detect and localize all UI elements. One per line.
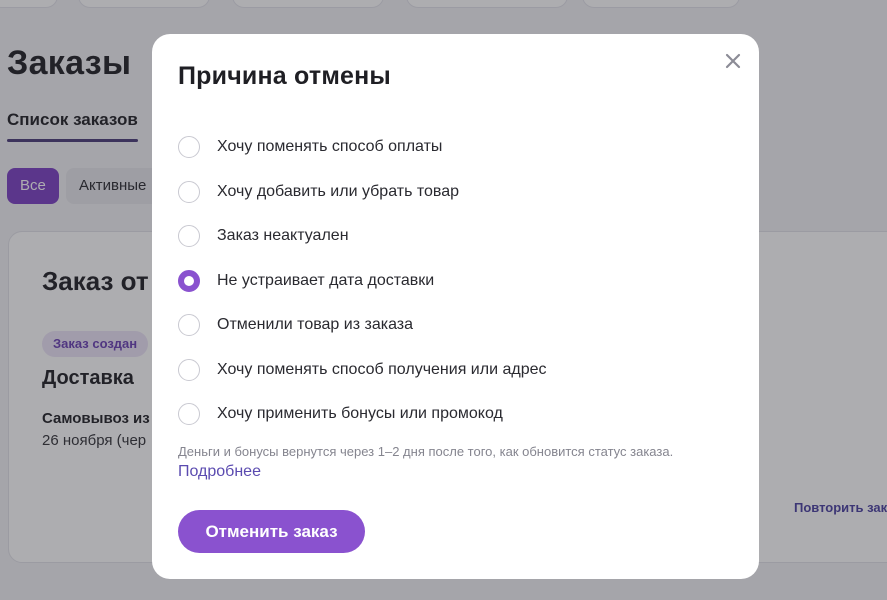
close-button[interactable] [720,48,746,74]
more-info-link[interactable]: Подробнее [178,463,261,481]
reason-option-selected[interactable]: Не устраивает дата доставки [178,259,738,304]
radio-button[interactable] [178,314,200,337]
refund-info-text: Деньги и бонусы вернутся через 1–2 дня п… [178,444,674,459]
reason-label: Отменили товар из заказа [217,316,414,334]
radio-button[interactable] [178,358,200,381]
reason-label: Хочу добавить или убрать товар [217,182,460,200]
radio-button[interactable] [178,403,200,426]
reason-label: Хочу применить бонусы или промокод [217,405,503,423]
reason-option[interactable]: Хочу поменять способ оплаты [178,125,738,170]
close-icon [725,53,741,69]
radio-button-checked[interactable] [178,269,200,292]
radio-button[interactable] [178,225,200,248]
cancel-reason-dialog: Причина отмены Хочу поменять способ опла… [152,34,759,579]
reason-option[interactable]: Хочу добавить или убрать товар [178,170,738,215]
radio-button[interactable] [178,136,200,159]
reason-radio-group: Хочу поменять способ оплаты Хочу добавит… [178,125,738,437]
reason-label: Не устраивает дата доставки [217,271,435,289]
dialog-title: Причина отмены [178,62,391,90]
reason-option[interactable]: Отменили товар из заказа [178,303,738,348]
reason-label: Хочу поменять способ оплаты [217,138,443,156]
reason-option[interactable]: Хочу поменять способ получения или адрес [178,348,738,393]
cancel-order-button[interactable]: Отменить заказ [178,510,365,553]
reason-option[interactable]: Хочу применить бонусы или промокод [178,392,738,437]
reason-option[interactable]: Заказ неактуален [178,214,738,259]
radio-button[interactable] [178,180,200,203]
reason-label: Хочу поменять способ получения или адрес [217,360,547,378]
reason-label: Заказ неактуален [217,227,349,245]
